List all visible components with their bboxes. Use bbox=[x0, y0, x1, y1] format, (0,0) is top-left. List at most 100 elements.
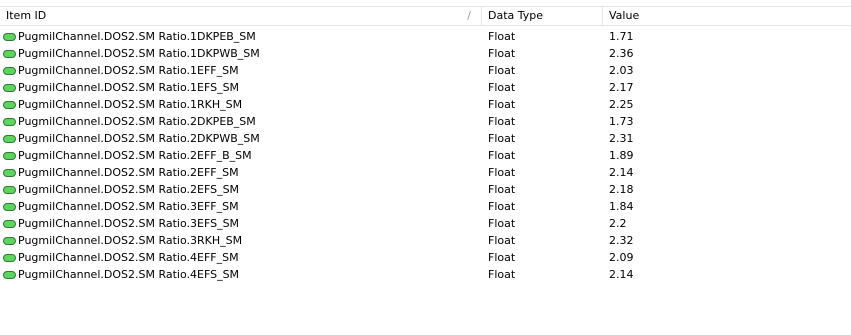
tag-icon bbox=[3, 168, 16, 177]
data-type-cell: Float bbox=[488, 234, 516, 247]
item-id-text: PugmilChannel.DOS2.SM Ratio.2DKPEB_SM bbox=[18, 115, 256, 128]
value-cell: 2.25 bbox=[609, 98, 634, 111]
item-id-text: PugmilChannel.DOS2.SM Ratio.2DKPWB_SM bbox=[18, 132, 260, 145]
item-id-text: PugmilChannel.DOS2.SM Ratio.3EFS_SM bbox=[18, 217, 240, 230]
data-type-cell: Float bbox=[488, 166, 516, 179]
list-header: Item ID / Data Type Value bbox=[0, 7, 851, 26]
tag-icon bbox=[3, 83, 16, 92]
tag-icon bbox=[3, 202, 16, 211]
item-id-text: PugmilChannel.DOS2.SM Ratio.3RKH_SM bbox=[18, 234, 243, 247]
item-id-cell: PugmilChannel.DOS2.SM Ratio.2EFF_B_SM bbox=[0, 149, 482, 162]
value-cell: 2.17 bbox=[609, 81, 634, 94]
column-header-value[interactable]: Value bbox=[603, 7, 851, 25]
item-id-cell: PugmilChannel.DOS2.SM Ratio.1DKPEB_SM bbox=[0, 30, 482, 43]
item-id-text: PugmilChannel.DOS2.SM Ratio.3EFF_SM bbox=[18, 200, 239, 213]
value-cell: 2.36 bbox=[609, 47, 634, 60]
item-id-cell: PugmilChannel.DOS2.SM Ratio.2EFF_SM bbox=[0, 166, 482, 179]
column-header-value-label: Value bbox=[609, 9, 640, 22]
data-type-cell: Float bbox=[488, 183, 516, 196]
top-border bbox=[0, 0, 851, 7]
table-row[interactable]: PugmilChannel.DOS2.SM Ratio.4EFF_SM Floa… bbox=[0, 249, 851, 266]
item-id-text: PugmilChannel.DOS2.SM Ratio.2EFF_SM bbox=[18, 166, 239, 179]
data-type-cell: Float bbox=[488, 149, 516, 162]
table-row[interactable]: PugmilChannel.DOS2.SM Ratio.4EFS_SM Floa… bbox=[0, 266, 851, 283]
item-id-cell: PugmilChannel.DOS2.SM Ratio.3EFS_SM bbox=[0, 217, 482, 230]
data-type-cell: Float bbox=[488, 98, 516, 111]
item-id-text: PugmilChannel.DOS2.SM Ratio.2EFS_SM bbox=[18, 183, 240, 196]
table-row[interactable]: PugmilChannel.DOS2.SM Ratio.1EFF_SM Floa… bbox=[0, 62, 851, 79]
data-type-cell: Float bbox=[488, 81, 516, 94]
table-row[interactable]: PugmilChannel.DOS2.SM Ratio.1RKH_SM Floa… bbox=[0, 96, 851, 113]
tag-icon bbox=[3, 185, 16, 194]
item-id-text: PugmilChannel.DOS2.SM Ratio.4EFS_SM bbox=[18, 268, 240, 281]
table-row[interactable]: PugmilChannel.DOS2.SM Ratio.1EFS_SM Floa… bbox=[0, 79, 851, 96]
item-id-cell: PugmilChannel.DOS2.SM Ratio.2EFS_SM bbox=[0, 183, 482, 196]
data-type-cell: Float bbox=[488, 115, 516, 128]
tag-icon bbox=[3, 49, 16, 58]
item-id-text: PugmilChannel.DOS2.SM Ratio.1EFF_SM bbox=[18, 64, 239, 77]
item-id-cell: PugmilChannel.DOS2.SM Ratio.1RKH_SM bbox=[0, 98, 482, 111]
item-id-cell: PugmilChannel.DOS2.SM Ratio.1EFS_SM bbox=[0, 81, 482, 94]
item-id-text: PugmilChannel.DOS2.SM Ratio.4EFF_SM bbox=[18, 251, 239, 264]
table-row[interactable]: PugmilChannel.DOS2.SM Ratio.3EFF_SM Floa… bbox=[0, 198, 851, 215]
item-id-text: PugmilChannel.DOS2.SM Ratio.2EFF_B_SM bbox=[18, 149, 252, 162]
tag-icon bbox=[3, 66, 16, 75]
item-id-cell: PugmilChannel.DOS2.SM Ratio.1DKPWB_SM bbox=[0, 47, 482, 60]
sort-indicator-icon: / bbox=[467, 9, 471, 22]
tag-icon bbox=[3, 236, 16, 245]
tag-icon bbox=[3, 100, 16, 109]
tag-icon bbox=[3, 134, 16, 143]
value-cell: 1.73 bbox=[609, 115, 634, 128]
item-list-view[interactable]: Item ID / Data Type Value PugmilChannel.… bbox=[0, 0, 851, 335]
table-row[interactable]: PugmilChannel.DOS2.SM Ratio.2EFF_SM Floa… bbox=[0, 164, 851, 181]
item-id-text: PugmilChannel.DOS2.SM Ratio.1EFS_SM bbox=[18, 81, 240, 94]
table-row[interactable]: PugmilChannel.DOS2.SM Ratio.3RKH_SM Floa… bbox=[0, 232, 851, 249]
column-header-item-id-label: Item ID bbox=[6, 9, 47, 22]
data-type-cell: Float bbox=[488, 47, 516, 60]
item-id-cell: PugmilChannel.DOS2.SM Ratio.1EFF_SM bbox=[0, 64, 482, 77]
tag-icon bbox=[3, 32, 16, 41]
data-type-cell: Float bbox=[488, 30, 516, 43]
table-row[interactable]: PugmilChannel.DOS2.SM Ratio.3EFS_SM Floa… bbox=[0, 215, 851, 232]
data-type-cell: Float bbox=[488, 217, 516, 230]
tag-icon bbox=[3, 253, 16, 262]
tag-icon bbox=[3, 270, 16, 279]
tag-icon bbox=[3, 151, 16, 160]
data-type-cell: Float bbox=[488, 64, 516, 77]
column-header-data-type-label: Data Type bbox=[488, 9, 544, 22]
tag-icon bbox=[3, 117, 16, 126]
table-row[interactable]: PugmilChannel.DOS2.SM Ratio.2DKPEB_SM Fl… bbox=[0, 113, 851, 130]
value-cell: 2.14 bbox=[609, 166, 634, 179]
item-id-cell: PugmilChannel.DOS2.SM Ratio.2DKPEB_SM bbox=[0, 115, 482, 128]
table-row[interactable]: PugmilChannel.DOS2.SM Ratio.2DKPWB_SM Fl… bbox=[0, 130, 851, 147]
item-id-cell: PugmilChannel.DOS2.SM Ratio.3EFF_SM bbox=[0, 200, 482, 213]
data-type-cell: Float bbox=[488, 251, 516, 264]
table-row[interactable]: PugmilChannel.DOS2.SM Ratio.1DKPEB_SM Fl… bbox=[0, 28, 851, 45]
value-cell: 2.2 bbox=[609, 217, 627, 230]
table-row[interactable]: PugmilChannel.DOS2.SM Ratio.2EFF_B_SM Fl… bbox=[0, 147, 851, 164]
table-row[interactable]: PugmilChannel.DOS2.SM Ratio.2EFS_SM Floa… bbox=[0, 181, 851, 198]
data-type-cell: Float bbox=[488, 132, 516, 145]
item-id-cell: PugmilChannel.DOS2.SM Ratio.4EFS_SM bbox=[0, 268, 482, 281]
column-header-data-type[interactable]: Data Type bbox=[482, 7, 603, 25]
item-id-cell: PugmilChannel.DOS2.SM Ratio.2DKPWB_SM bbox=[0, 132, 482, 145]
tag-icon bbox=[3, 219, 16, 228]
value-cell: 2.18 bbox=[609, 183, 634, 196]
column-header-item-id[interactable]: Item ID / bbox=[0, 7, 482, 25]
value-cell: 2.32 bbox=[609, 234, 634, 247]
value-cell: 2.14 bbox=[609, 268, 634, 281]
table-row[interactable]: PugmilChannel.DOS2.SM Ratio.1DKPWB_SM Fl… bbox=[0, 45, 851, 62]
item-id-cell: PugmilChannel.DOS2.SM Ratio.3RKH_SM bbox=[0, 234, 482, 247]
item-id-cell: PugmilChannel.DOS2.SM Ratio.4EFF_SM bbox=[0, 251, 482, 264]
item-id-text: PugmilChannel.DOS2.SM Ratio.1RKH_SM bbox=[18, 98, 243, 111]
value-cell: 1.84 bbox=[609, 200, 634, 213]
item-id-text: PugmilChannel.DOS2.SM Ratio.1DKPWB_SM bbox=[18, 47, 260, 60]
value-cell: 2.31 bbox=[609, 132, 634, 145]
data-type-cell: Float bbox=[488, 268, 516, 281]
data-type-cell: Float bbox=[488, 200, 516, 213]
value-cell: 2.03 bbox=[609, 64, 634, 77]
value-cell: 1.71 bbox=[609, 30, 634, 43]
item-id-text: PugmilChannel.DOS2.SM Ratio.1DKPEB_SM bbox=[18, 30, 256, 43]
list-rows: PugmilChannel.DOS2.SM Ratio.1DKPEB_SM Fl… bbox=[0, 28, 851, 283]
value-cell: 1.89 bbox=[609, 149, 634, 162]
